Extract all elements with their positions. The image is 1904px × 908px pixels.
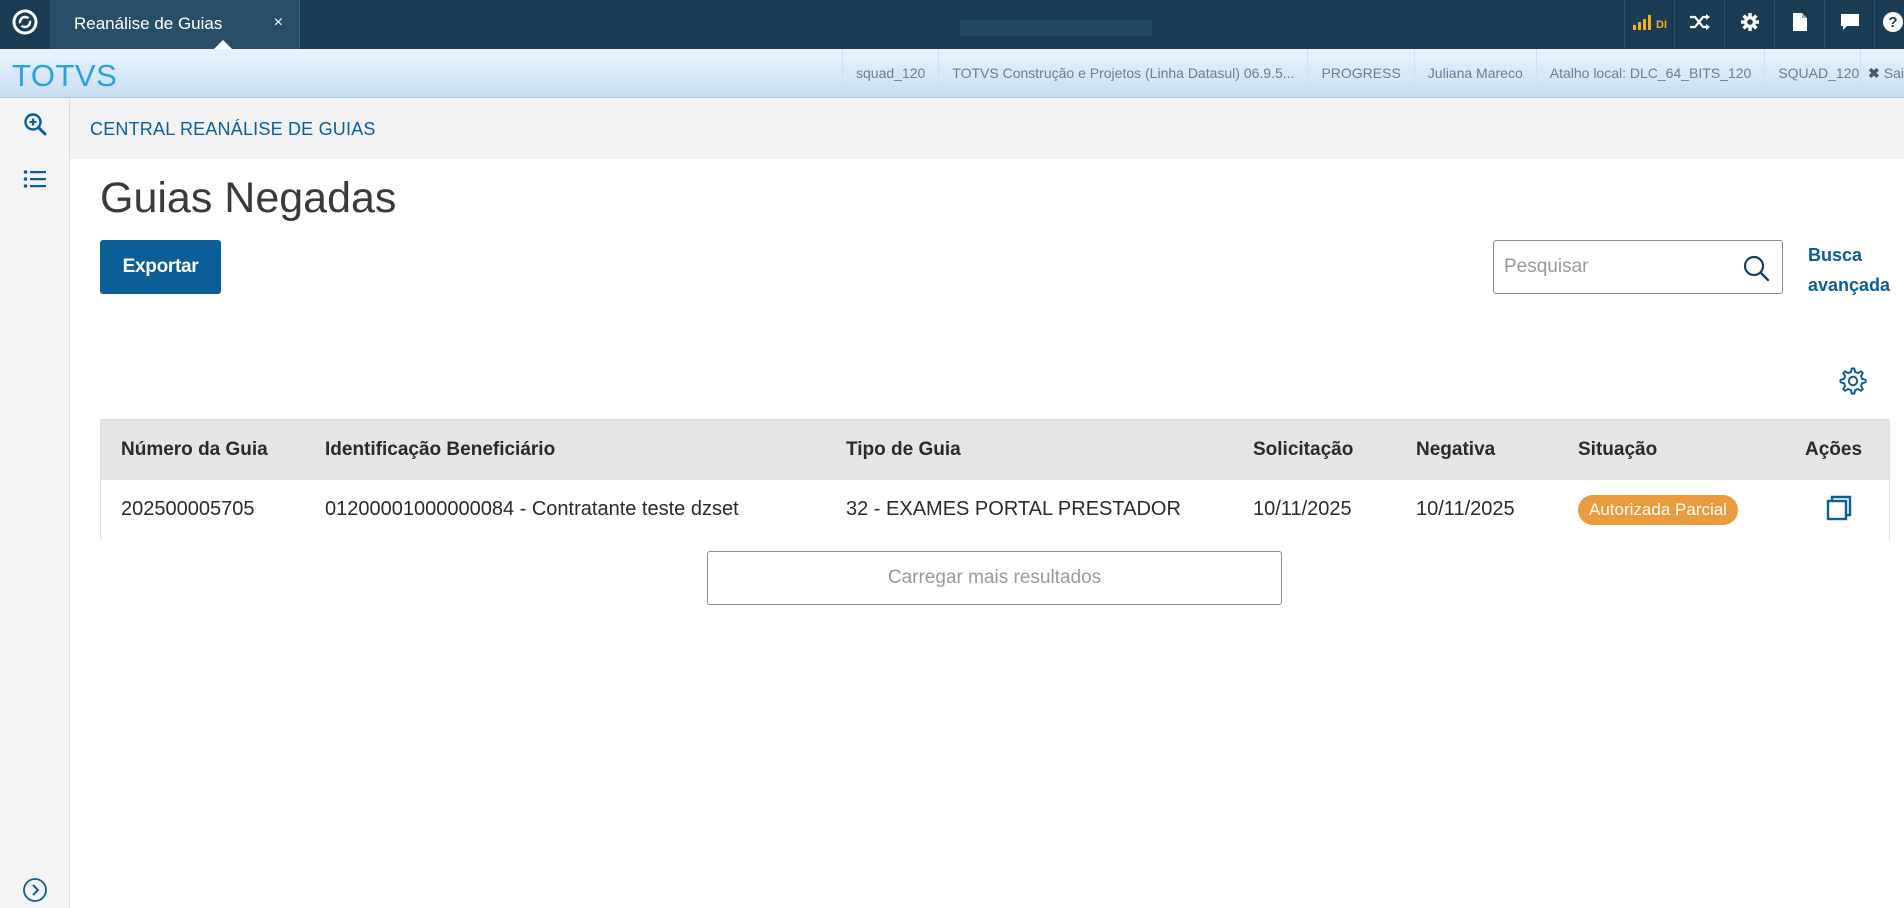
copy-window-icon: [1826, 495, 1852, 526]
tab-close-button[interactable]: ×: [274, 14, 283, 32]
info-product: TOTVS Construção e Projetos (Linha Datas…: [938, 49, 1307, 97]
tab-title: Reanálise de Guias: [74, 14, 223, 33]
sidebar: [0, 98, 70, 908]
document-icon: [1792, 12, 1808, 37]
advanced-search-line1: Busca: [1808, 245, 1863, 265]
table-header: Número da Guia Identificação Beneficiári…: [101, 420, 1889, 480]
page-title: Guias Negadas: [100, 174, 397, 222]
advanced-search-link[interactable]: Busca avançada: [1808, 240, 1898, 300]
gear-icon: [1740, 12, 1760, 37]
info-bar: TOTVS squad_120 TOTVS Construção e Proje…: [0, 49, 1904, 98]
exit-button[interactable]: ✖ Sai: [1860, 49, 1904, 97]
results-table: Número da Guia Identificação Beneficiári…: [100, 419, 1890, 541]
shuffle-button[interactable]: [1674, 0, 1724, 49]
chat-button[interactable]: [1824, 0, 1874, 49]
menu-button[interactable]: [17, 163, 53, 199]
search-icon[interactable]: [1742, 254, 1770, 282]
search-box: [1493, 240, 1783, 294]
table-settings-button[interactable]: [1836, 366, 1870, 400]
cell-negativa: 10/11/2025: [1416, 498, 1515, 520]
info-squad: squad_120: [842, 49, 938, 97]
tab-active-indicator: [214, 40, 232, 49]
settings-button[interactable]: [1724, 0, 1774, 49]
export-button[interactable]: Exportar: [100, 240, 221, 294]
column-header-beneficiario[interactable]: Identificação Beneficiário: [325, 439, 555, 461]
column-header-tipo[interactable]: Tipo de Guia: [846, 439, 961, 461]
status-badge: Autorizada Parcial: [1578, 495, 1738, 525]
column-header-acoes: Ações: [1805, 439, 1863, 460]
load-more-button[interactable]: Carregar mais resultados: [707, 551, 1282, 605]
signal-label: DI: [1656, 18, 1667, 31]
table-row[interactable]: 202500005705 01200001000000084 - Contrat…: [101, 480, 1889, 541]
cell-tipo: 32 - EXAMES PORTAL PRESTADOR: [846, 498, 1181, 520]
advanced-search-line2: avançada: [1808, 275, 1891, 295]
help-icon: ?: [1882, 11, 1904, 38]
search-input[interactable]: [1504, 255, 1734, 279]
hidden-bar-element: [960, 20, 1152, 36]
help-button[interactable]: ?: [1874, 0, 1904, 49]
session-info: squad_120 TOTVS Construção e Projetos (L…: [842, 49, 1872, 97]
brand-logo: TOTVS: [12, 58, 118, 93]
close-icon: ✖: [1868, 64, 1880, 81]
tab-reanalise-de-guias[interactable]: Reanálise de Guias ×: [50, 0, 300, 49]
gear-icon: [1838, 366, 1868, 401]
column-header-numero[interactable]: Número da Guia: [121, 439, 268, 461]
info-shortcut: Atalho local: DLC_64_BITS_120: [1535, 49, 1765, 97]
row-action-button[interactable]: [1825, 495, 1853, 526]
app-logo-button[interactable]: [0, 0, 49, 49]
expand-sidebar-button[interactable]: [21, 877, 49, 908]
chat-icon: [1840, 13, 1860, 36]
info-database: PROGRESS: [1307, 49, 1413, 97]
cell-numero: 202500005705: [121, 498, 255, 520]
shuffle-icon: [1689, 13, 1711, 36]
document-button[interactable]: [1774, 0, 1824, 49]
svg-text:?: ?: [1888, 14, 1897, 31]
breadcrumb: CENTRAL REANÁLISE DE GUIAS: [90, 119, 376, 139]
chevron-right-circle-icon: [22, 877, 48, 908]
exit-label: Sai: [1883, 65, 1904, 81]
column-header-situacao[interactable]: Situação: [1578, 439, 1657, 461]
column-header-negativa[interactable]: Negativa: [1416, 439, 1495, 461]
signal-button[interactable]: DI: [1624, 0, 1674, 49]
info-user: Juliana Mareco: [1413, 49, 1536, 97]
top-bar: Reanálise de Guias × DI ?: [0, 0, 1904, 49]
page-header: CENTRAL REANÁLISE DE GUIAS: [70, 98, 1904, 159]
cell-beneficiario: 01200001000000084 - Contratante teste dz…: [325, 498, 739, 520]
zoom-in-icon: [23, 112, 47, 141]
column-header-solicitacao[interactable]: Solicitação: [1253, 439, 1353, 461]
toolbar-icons: DI ?: [1624, 0, 1904, 49]
totvs-logo-icon: [12, 9, 38, 40]
zoom-button[interactable]: [17, 108, 53, 144]
list-icon: [23, 169, 47, 194]
info-environment: SQUAD_120: [1764, 49, 1872, 97]
cell-solicitacao: 10/11/2025: [1253, 498, 1352, 520]
